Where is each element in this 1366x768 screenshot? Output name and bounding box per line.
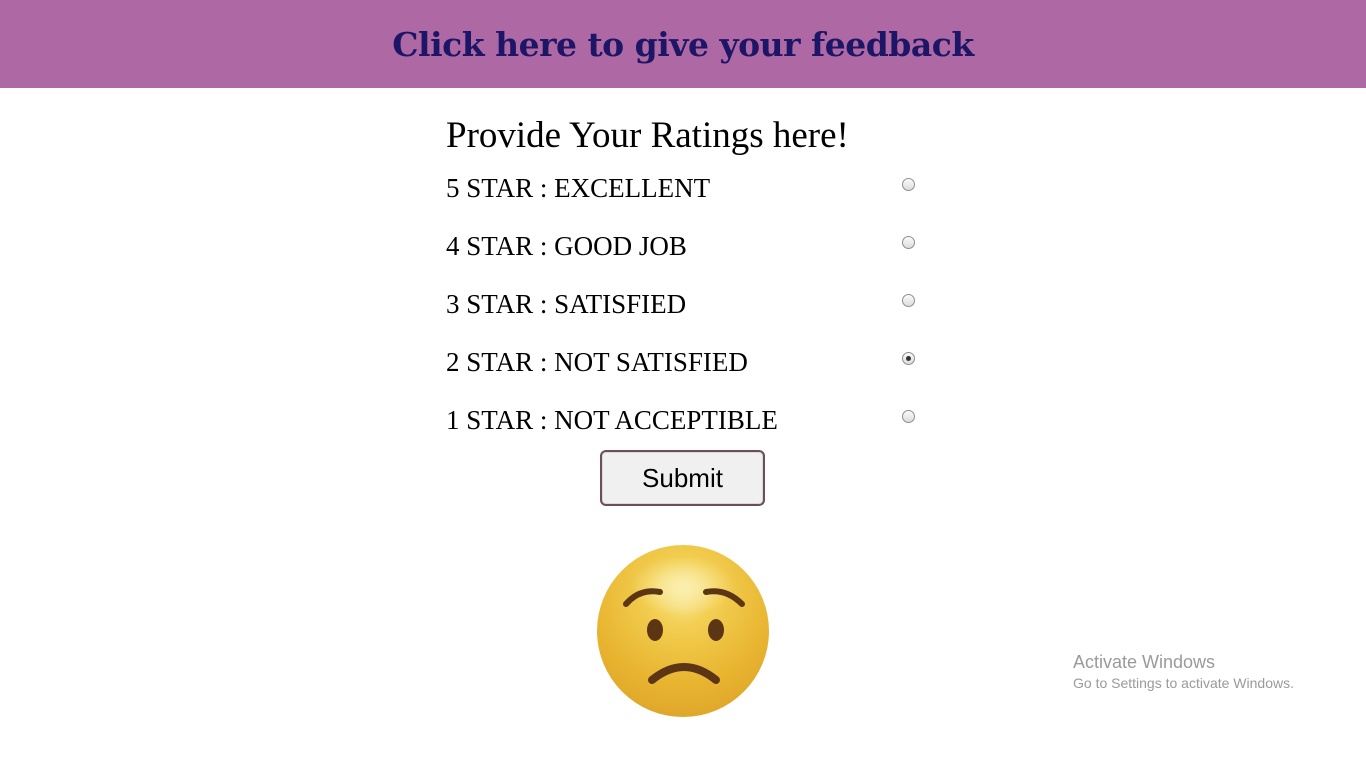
rating-radio[interactable]	[902, 178, 915, 191]
page-title: Provide Your Ratings here!	[446, 115, 849, 156]
windows-activation-watermark: Activate Windows Go to Settings to activ…	[1073, 651, 1294, 693]
rating-label: 4 STAR : GOOD JOB	[446, 231, 687, 261]
rating-radio[interactable]	[902, 410, 915, 423]
worried-face-icon	[597, 545, 769, 717]
rating-radio[interactable]	[902, 294, 915, 307]
watermark-subtitle: Go to Settings to activate Windows.	[1073, 675, 1294, 691]
rating-label: 3 STAR : SATISFIED	[446, 289, 687, 319]
rating-label: 5 STAR : EXCELLENT	[446, 173, 711, 203]
rating-option-5-star[interactable]: 5 STAR : EXCELLENT	[446, 173, 926, 213]
feedback-link[interactable]: Click here to give your feedback	[392, 25, 974, 64]
submit-button[interactable]: Submit	[600, 450, 765, 506]
rating-radio[interactable]	[902, 236, 915, 249]
rating-option-1-star[interactable]: 1 STAR : NOT ACCEPTIBLE	[446, 405, 926, 445]
header-bar: Click here to give your feedback	[0, 0, 1366, 88]
rating-option-4-star[interactable]: 4 STAR : GOOD JOB	[446, 231, 926, 271]
rating-label: 2 STAR : NOT SATISFIED	[446, 347, 748, 377]
rating-label: 1 STAR : NOT ACCEPTIBLE	[446, 405, 778, 435]
rating-option-3-star[interactable]: 3 STAR : SATISFIED	[446, 289, 926, 329]
watermark-title: Activate Windows	[1073, 652, 1216, 672]
rating-radio[interactable]	[902, 352, 915, 365]
rating-option-2-star[interactable]: 2 STAR : NOT SATISFIED	[446, 347, 926, 387]
